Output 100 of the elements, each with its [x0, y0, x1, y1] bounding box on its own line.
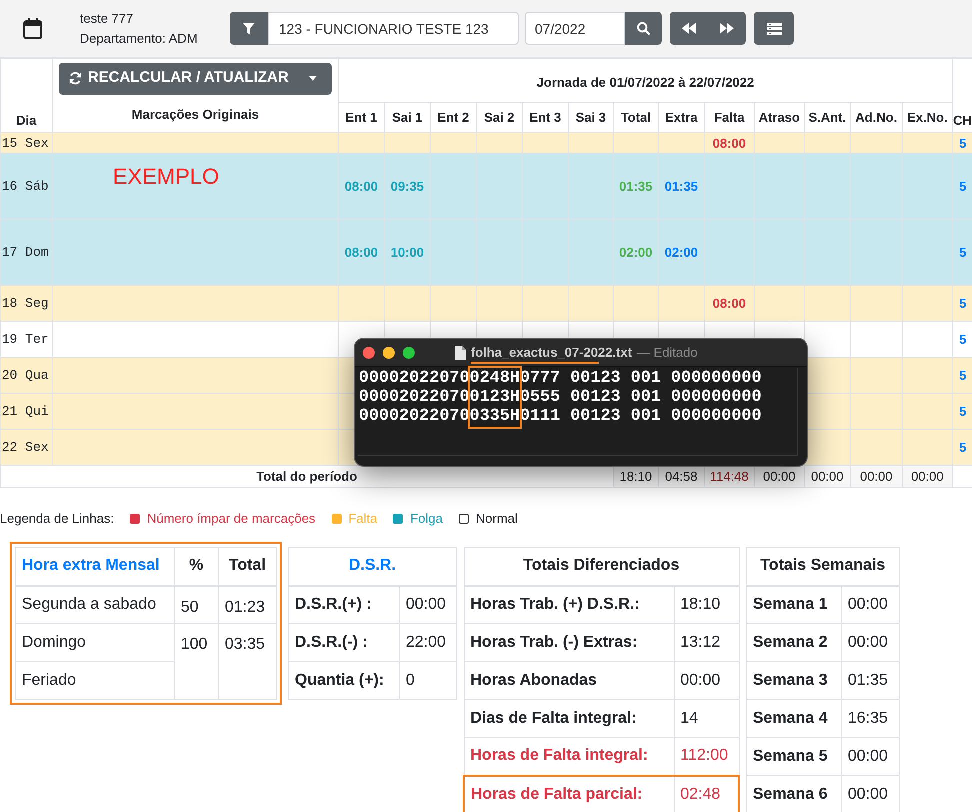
percent-cell: 100 — [181, 636, 208, 653]
column-header: Ent 3 — [530, 110, 562, 125]
legend-label: Legenda de Linhas: — [0, 510, 114, 528]
list-button[interactable] — [754, 12, 794, 45]
time-cell: 02:00 — [619, 245, 653, 260]
time-cell: 02:00 — [664, 245, 698, 260]
column-header: Total — [228, 557, 266, 574]
period-field[interactable]: 07/2022 — [525, 12, 625, 45]
close-button[interactable] — [363, 346, 375, 358]
percent-cell: 50 — [181, 598, 199, 616]
time-cell: 08:00 — [712, 136, 746, 150]
column-header: Marcações Originais — [132, 106, 260, 124]
value-cell: 00:00 — [680, 672, 721, 688]
row-label: D.S.R.(-) : — [295, 634, 368, 650]
ch-cell: 5 — [959, 136, 967, 150]
total-cell: 00:00 — [911, 468, 944, 484]
total-cell: 04:58 — [665, 468, 698, 484]
day-cell: 18 Seg — [2, 296, 49, 311]
row-label: Horas Trab. (-) Extras: — [470, 634, 638, 650]
row-label: Segunda a sabado — [22, 596, 156, 613]
department-label: Departamento: ADM — [80, 30, 199, 48]
value-cell: 00:00 — [848, 634, 888, 650]
minimize-button[interactable] — [383, 346, 395, 358]
value-cell: 22:00 — [406, 634, 446, 650]
column-header: Ex.No. — [907, 110, 948, 125]
ch-cell: 5 — [959, 179, 967, 194]
row-label: D.S.R.(+) : — [295, 596, 372, 613]
time-cell: 08:00 — [344, 179, 378, 194]
value-cell: 01:35 — [848, 672, 888, 688]
column-header: Falta — [714, 110, 745, 125]
day-cell: 17 Dom — [2, 245, 49, 260]
total-cell: 18:10 — [620, 468, 652, 484]
row-label: Semana 1 — [753, 596, 828, 613]
day-cell: 21 Qui — [2, 404, 49, 419]
column-header: Ent 2 — [438, 110, 470, 125]
user-name: teste 777 — [80, 10, 134, 28]
column-header: CH — [953, 112, 972, 128]
next-button[interactable] — [708, 12, 746, 45]
row-label: Dias de Falta integral: — [470, 710, 637, 726]
value-cell: 00:00 — [848, 786, 888, 802]
table-title: Hora extra Mensal — [22, 557, 160, 574]
example-label: EXEMPLO — [113, 164, 220, 189]
total-cell: 03:35 — [225, 636, 266, 653]
file-name: folha_exactus_07-2022.txt — [471, 344, 632, 362]
row-label: Semana 3 — [753, 672, 828, 688]
day-cell: 16 Sáb — [2, 179, 49, 194]
row-label: Horas de Falta integral: — [470, 747, 648, 764]
legend-item: Normal — [476, 510, 518, 528]
calendar-icon — [23, 18, 43, 40]
recalculate-button[interactable]: RECALCULAR / ATUALIZAR — [59, 62, 332, 94]
file-status: — Editado — [637, 344, 698, 362]
total-cell: 00:00 — [860, 468, 893, 484]
time-cell: 10:00 — [390, 245, 424, 260]
column-header: Sai 1 — [392, 110, 423, 125]
ch-cell: 5 — [959, 296, 967, 311]
employee-field[interactable]: 123 - FUNCIONARIO TESTE 123 — [268, 12, 519, 45]
total-cell: 01:23 — [225, 598, 266, 616]
row-label: Horas Abonadas — [470, 672, 598, 688]
row-label: Feriado — [22, 672, 76, 688]
refresh-icon — [69, 72, 82, 85]
column-header: Ad.No. — [856, 110, 898, 125]
row-label: Horas de Falta parcial: — [471, 786, 643, 802]
column-header: Dia — [16, 112, 37, 128]
total-label: Total do período — [256, 468, 358, 484]
fast-forward-icon — [720, 23, 734, 34]
ch-cell: 5 — [959, 332, 967, 347]
column-header: Extra — [665, 110, 698, 125]
rewind-icon — [682, 23, 696, 34]
row-label: Semana 2 — [753, 634, 828, 650]
legend-item: Falta — [348, 510, 378, 528]
value-cell: 00:00 — [848, 748, 888, 764]
ch-cell: 5 — [959, 368, 967, 383]
legend-item: Número ímpar de marcações — [147, 510, 316, 528]
time-cell: 01:35 — [664, 179, 698, 194]
column-header: Ent 1 — [346, 110, 378, 125]
row-label: Semana 4 — [753, 710, 828, 726]
time-cell: 09:35 — [390, 179, 424, 194]
ch-cell: 5 — [959, 404, 967, 419]
filter-button[interactable] — [230, 12, 268, 45]
value-cell: 02:48 — [680, 786, 721, 802]
column-header: % — [189, 557, 204, 574]
filter-icon — [243, 22, 255, 34]
table-title: Totais Semanais — [760, 557, 886, 574]
period-title: Jornada de 01/07/2022 à 22/07/2022 — [536, 74, 754, 90]
search-button[interactable] — [625, 12, 662, 45]
document-icon — [455, 346, 466, 360]
time-cell: 01:35 — [619, 179, 653, 194]
zoom-button[interactable] — [403, 346, 415, 358]
value-cell: 13:12 — [680, 634, 721, 650]
table-title: D.S.R. — [348, 557, 396, 574]
day-cell: 19 Ter — [2, 332, 49, 347]
time-cell: 08:00 — [712, 296, 746, 311]
previous-button[interactable] — [670, 12, 708, 45]
column-header: Atraso — [758, 110, 800, 125]
column-header: S.Ant. — [808, 110, 846, 125]
row-label: Semana 6 — [753, 786, 828, 802]
value-cell: 00:00 — [406, 596, 446, 613]
legend-item: Folga — [410, 510, 443, 528]
value-cell: 16:35 — [848, 710, 888, 726]
value-cell: 0 — [406, 672, 415, 688]
